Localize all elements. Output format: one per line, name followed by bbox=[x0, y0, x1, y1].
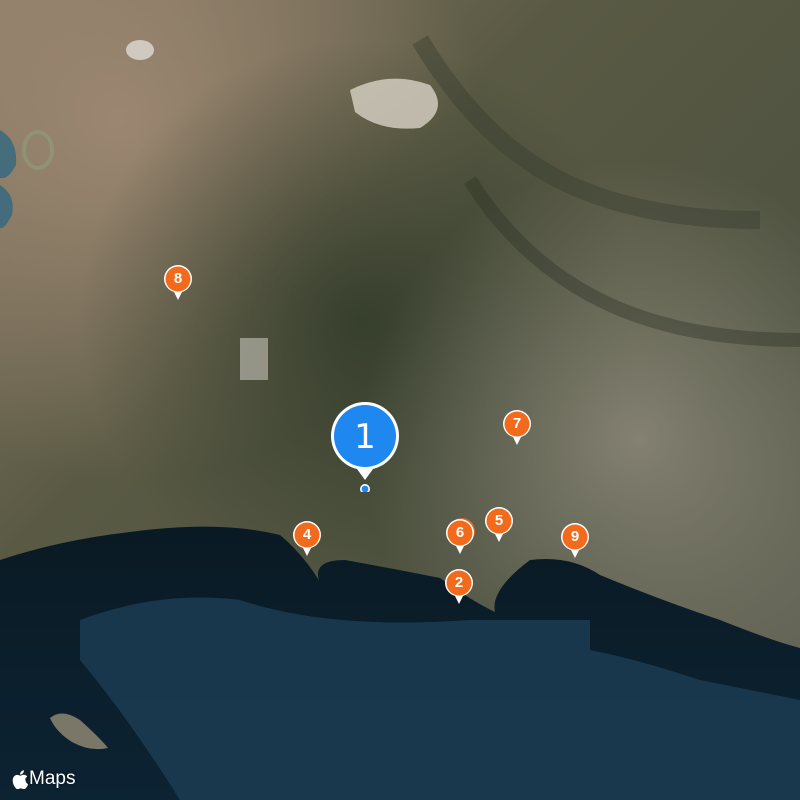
marker-9[interactable]: 9 bbox=[560, 522, 590, 560]
marker-5-label: 5 bbox=[494, 512, 504, 529]
marker-2-label: 2 bbox=[454, 574, 464, 591]
maps-attribution[interactable]: Maps bbox=[12, 768, 75, 790]
marker-8[interactable]: 8 bbox=[163, 264, 193, 302]
marker-6[interactable]: 6 bbox=[445, 518, 475, 556]
marker-9-label: 9 bbox=[570, 528, 580, 545]
marker-1-label: 1 bbox=[354, 417, 376, 457]
marker-2[interactable]: 2 bbox=[444, 568, 474, 606]
marker-4-label: 4 bbox=[302, 526, 312, 543]
marker-7[interactable]: 7 bbox=[502, 409, 532, 447]
marker-6-label: 6 bbox=[455, 524, 465, 541]
marker-7-label: 7 bbox=[512, 415, 522, 432]
quarry-blur bbox=[240, 338, 268, 380]
apple-logo-icon bbox=[12, 769, 28, 789]
marker-5[interactable]: 5 bbox=[484, 506, 514, 544]
marker-4[interactable]: 4 bbox=[292, 520, 322, 558]
map-view[interactable]: 1 2 4 5 6 7 8 9 Maps bbox=[0, 0, 800, 800]
maps-attribution-text: Maps bbox=[29, 768, 76, 789]
marker-1-selected[interactable]: 1 bbox=[327, 400, 403, 494]
marker-8-label: 8 bbox=[173, 270, 183, 287]
stadium bbox=[126, 40, 154, 60]
